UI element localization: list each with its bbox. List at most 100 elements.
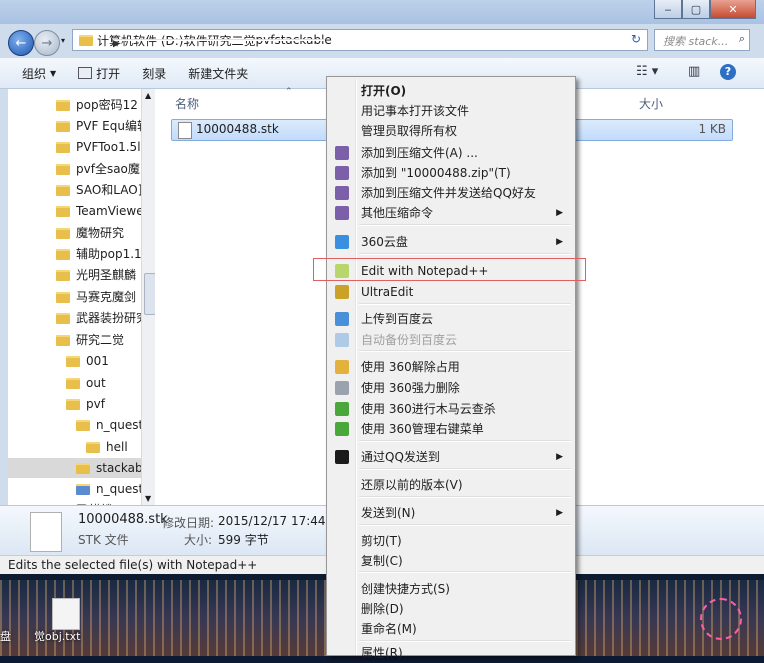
menu-item-label: 管理员取得所有权 xyxy=(361,124,458,138)
chevron-down-icon: ▼ xyxy=(50,68,57,78)
submenu-arrow-icon: ▶ xyxy=(556,508,563,518)
nav-item[interactable]: 武器装扮研究 xyxy=(56,308,148,328)
nav-item[interactable]: out xyxy=(66,373,106,393)
nav-item[interactable]: hell xyxy=(86,437,128,457)
nav-item[interactable]: 光明圣麒麟 xyxy=(56,265,136,285)
nav-item[interactable]: 001 xyxy=(66,351,109,371)
new-folder-button[interactable]: 新建文件夹 xyxy=(188,65,248,82)
forward-button[interactable]: → xyxy=(34,30,60,56)
menu-item[interactable]: 还原以前的版本(V) xyxy=(329,475,573,495)
menu-separator xyxy=(359,571,571,573)
menu-item[interactable]: 发送到(N) ▶ xyxy=(329,503,573,523)
menu-item[interactable]: UltraEdit xyxy=(329,282,573,302)
menu-item-label: 创建快捷方式(S) xyxy=(361,582,450,596)
menu-separator xyxy=(359,253,571,255)
nav-item[interactable]: pvf全sao魔 xyxy=(56,159,140,179)
new-folder-label: 新建文件夹 xyxy=(188,66,249,81)
nav-item[interactable]: TeamViewe xyxy=(56,201,144,221)
menu-item[interactable]: 使用 360强力删除 xyxy=(329,378,573,398)
nav-item[interactable]: PVFToo1.5l xyxy=(56,137,141,157)
menu-item[interactable]: 添加到压缩文件(A) ... xyxy=(329,143,573,163)
minimize-button[interactable]: ‒ xyxy=(654,0,682,19)
menu-item[interactable]: 打开(O) xyxy=(329,81,573,101)
folder-icon xyxy=(66,377,80,389)
nav-item[interactable]: pvf xyxy=(66,394,105,414)
archive-folder-icon xyxy=(76,483,90,495)
file-size: 1 KB xyxy=(698,122,726,136)
nav-item[interactable]: PVF Equ编辑 xyxy=(56,116,149,136)
menu-item[interactable]: 属性(R) xyxy=(329,643,573,663)
menu-item[interactable]: 添加到压缩文件并发送给QQ好友 xyxy=(329,183,573,203)
folder-icon xyxy=(79,34,93,46)
view-options-icon[interactable]: ☷ ▾ xyxy=(636,64,658,79)
address-bar[interactable]: ▶ 计算机▶ 软件 (D:)▶ 软件▶ 研究二觉▶ pvf▶ stackable xyxy=(72,29,648,51)
menu-separator xyxy=(359,468,571,470)
menu-item[interactable]: 其他压缩命令 ▶ xyxy=(329,203,573,223)
menu-item[interactable]: 通过QQ发送到 ▶ xyxy=(329,447,573,467)
details-file-type: STK 文件 xyxy=(78,533,129,547)
menu-item[interactable]: 剪切(T) xyxy=(329,531,573,551)
nav-item[interactable]: 辅助pop1.1 xyxy=(56,244,142,264)
back-button[interactable]: ← xyxy=(8,30,34,56)
refresh-button[interactable]: ↻ xyxy=(626,30,646,48)
menu-item[interactable]: 上传到百度云 xyxy=(329,309,573,329)
menu-item-label: 使用 360强力删除 xyxy=(361,381,460,395)
column-header-size[interactable]: 大小 xyxy=(639,95,663,112)
desktop-left-label: 盘 xyxy=(0,630,11,643)
menu-item[interactable]: 360云盘 ▶ xyxy=(329,232,573,252)
menu-item-label: 添加到 "10000488.zip"(T) xyxy=(361,166,511,180)
scroll-down-icon[interactable]: ▼ xyxy=(145,494,151,503)
winrar-icon xyxy=(335,166,349,180)
nav-item[interactable]: SAO和LAO] xyxy=(56,180,142,200)
nav-item[interactable]: 魔物研究 xyxy=(56,223,124,243)
menu-item[interactable]: 复制(C) xyxy=(329,551,573,571)
open-button[interactable]: 打开 xyxy=(78,65,120,82)
menu-item[interactable]: 添加到 "10000488.zip"(T) xyxy=(329,163,573,183)
close-button[interactable]: ✕ xyxy=(710,0,756,19)
help-icon[interactable]: ? xyxy=(720,64,736,80)
search-icon[interactable]: ⌕ xyxy=(739,32,745,46)
menu-item-label: 用记事本打开该文件 xyxy=(361,104,470,118)
menu-item[interactable]: 删除(D) xyxy=(329,599,573,619)
burn-button[interactable]: 刻录 xyxy=(142,65,166,82)
nav-item[interactable]: pop密码12 xyxy=(56,95,138,115)
menu-item[interactable]: 使用 360进行木马云查杀 xyxy=(329,399,573,419)
nav-item[interactable]: 研究二觉 xyxy=(56,330,124,350)
submenu-arrow-icon: ▶ xyxy=(556,208,563,218)
nav-item-label: pvf全sao魔 xyxy=(76,162,140,176)
nav-item-label: 辅助pop1.1 xyxy=(76,247,142,261)
desktop-file-label[interactable]: 觉obj.txt xyxy=(34,628,80,644)
preview-pane-icon[interactable]: ▥ xyxy=(688,64,700,79)
menu-item[interactable]: 管理员取得所有权 xyxy=(329,121,573,141)
chevron-right-icon[interactable]: ▶ xyxy=(113,39,325,49)
maximize-button[interactable]: ▢ xyxy=(682,0,710,19)
file-name: 10000488.stk xyxy=(196,122,279,136)
menu-separator xyxy=(359,440,571,442)
burn-label: 刻录 xyxy=(142,66,167,81)
nav-item[interactable]: n_quest xyxy=(76,415,143,435)
menu-item[interactable]: 用记事本打开该文件 xyxy=(329,101,573,121)
menu-item-label: 其他压缩命令 xyxy=(361,206,434,220)
organize-button[interactable]: 组织 ▼ xyxy=(22,65,56,82)
menu-item[interactable]: 使用 360解除占用 xyxy=(329,357,573,377)
menu-item[interactable]: 创建快捷方式(S) xyxy=(329,579,573,599)
search-input[interactable]: 搜索 stack... ⌕ xyxy=(654,29,750,51)
nav-item[interactable]: 马赛克魔剑 xyxy=(56,287,136,307)
ferris-wheel xyxy=(700,598,742,640)
nav-item[interactable]: stackab xyxy=(8,458,153,478)
details-size: 599 字节 xyxy=(218,533,269,547)
nav-item[interactable]: n_quest xyxy=(76,479,143,499)
desktop-file-icon[interactable] xyxy=(52,598,80,630)
menu-separator xyxy=(359,350,571,352)
column-header-name[interactable]: 名称 xyxy=(175,95,199,112)
open-icon xyxy=(78,67,93,79)
menu-item[interactable]: 使用 360管理右键菜单 xyxy=(329,419,573,439)
baidu-icon xyxy=(335,312,349,326)
scroll-up-icon[interactable]: ▲ xyxy=(145,91,151,100)
nav-scrollbar[interactable]: ▲ ▼ xyxy=(141,89,156,505)
highlight-box xyxy=(313,258,586,281)
menu-item[interactable]: 重命名(M) xyxy=(329,619,573,639)
folder-icon xyxy=(56,205,70,217)
history-dropdown-icon[interactable]: ▾ xyxy=(61,36,65,45)
menu-separator xyxy=(359,224,571,226)
